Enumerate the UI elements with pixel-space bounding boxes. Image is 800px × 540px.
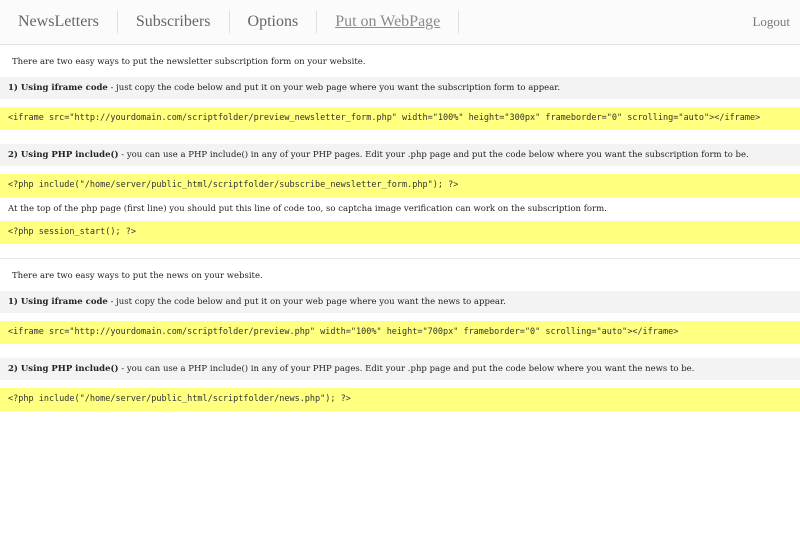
news-iframe-title: 1) Using iframe code [8,297,108,307]
news-iframe-desc: - just copy the code below and put it on… [107,297,506,307]
logout-link[interactable]: Logout [752,0,790,44]
news-iframe-heading: 1) Using iframe code - just copy the cod… [0,291,800,313]
newsletter-section: There are two easy ways to put the newsl… [0,47,800,244]
top-nav: NewsLetters Subscribers Options Put on W… [0,0,800,45]
nav-subscribers[interactable]: Subscribers [118,11,230,33]
session-code[interactable]: <?php session_start(); ?> [0,221,800,244]
session-note: At the top of the php page (first line) … [8,204,607,214]
newsletter-php-desc: - you can use a PHP include() in any of … [118,150,749,160]
news-php-heading: 2) Using PHP include() - you can use a P… [0,358,800,380]
nav-newsletters[interactable]: NewsLetters [0,11,118,33]
news-php-title: 2) Using PHP include() [8,364,119,374]
news-section: There are two easy ways to put the news … [0,261,800,411]
newsletter-php-heading: 2) Using PHP include() - you can use a P… [0,144,800,166]
newsletter-php-title: 2) Using PHP include() [8,150,119,160]
newsletter-iframe-desc: - just copy the code below and put it on… [107,83,561,93]
newsletter-iframe-heading: 1) Using iframe code - just copy the cod… [0,77,800,99]
news-iframe-code[interactable]: <iframe src="http://yourdomain.com/scrip… [0,321,800,344]
news-php-desc: - you can use a PHP include() in any of … [118,364,695,374]
newsletter-iframe-title: 1) Using iframe code [8,83,108,93]
news-intro: There are two easy ways to put the news … [0,261,800,291]
news-php-code[interactable]: <?php include("/home/server/public_html/… [0,388,800,411]
newsletter-php-code[interactable]: <?php include("/home/server/public_html/… [0,174,800,197]
section-divider [0,258,800,259]
newsletter-intro: There are two easy ways to put the newsl… [0,47,800,77]
newsletter-iframe-code[interactable]: <iframe src="http://yourdomain.com/scrip… [0,107,800,130]
nav-put-on-webpage[interactable]: Put on WebPage [317,11,460,33]
nav-options[interactable]: Options [230,11,318,33]
